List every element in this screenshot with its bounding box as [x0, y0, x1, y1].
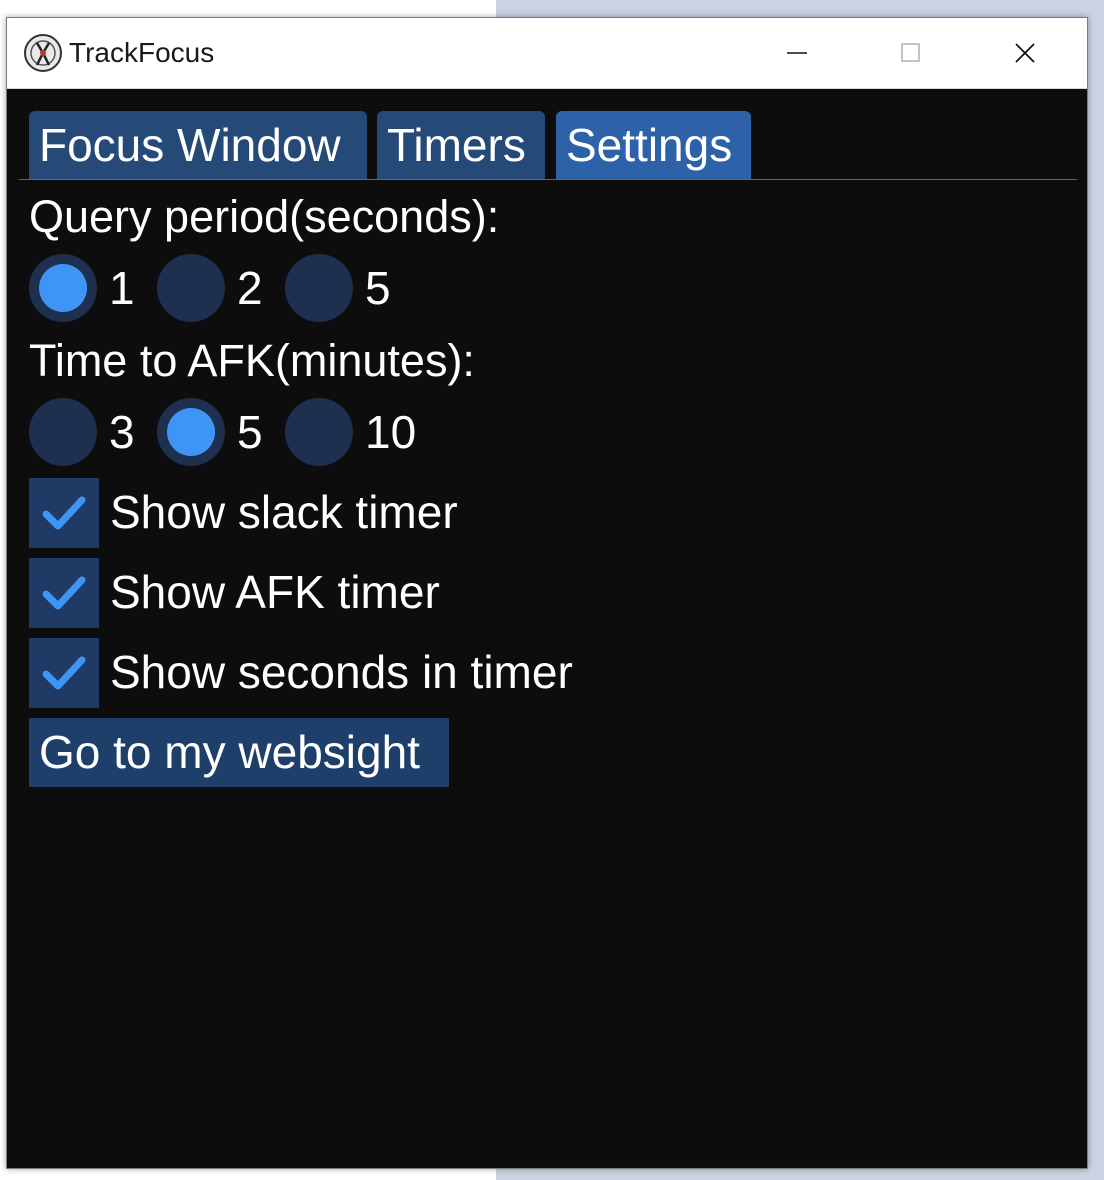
- app-window: TrackFocus Focus Window Timers Settings …: [6, 17, 1088, 1169]
- minimize-button[interactable]: [740, 18, 854, 88]
- radio-label: 3: [109, 406, 135, 458]
- tab-timers[interactable]: Timers: [377, 111, 545, 179]
- checkmark-icon: [42, 496, 86, 530]
- radio-selected-dot: [39, 264, 87, 312]
- close-icon: [1015, 43, 1035, 63]
- checkbox[interactable]: [29, 478, 99, 548]
- query-period-option-5[interactable]: 5: [285, 254, 435, 324]
- close-button[interactable]: [968, 18, 1082, 88]
- radio-button[interactable]: [285, 398, 353, 466]
- radio-button[interactable]: [157, 254, 225, 322]
- checkbox-label: Show AFK timer: [110, 566, 440, 618]
- query-period-option-1[interactable]: 1: [29, 254, 149, 324]
- radio-selected-dot: [167, 408, 215, 456]
- tab-focus-window[interactable]: Focus Window: [29, 111, 367, 179]
- tab-settings[interactable]: Settings: [556, 111, 751, 179]
- afk-time-option-5[interactable]: 5: [157, 398, 277, 468]
- go-to-website-button[interactable]: Go to my websight: [29, 718, 449, 787]
- maximize-button[interactable]: [854, 18, 968, 88]
- radio-button[interactable]: [285, 254, 353, 322]
- window-title: TrackFocus: [69, 37, 215, 68]
- tab-divider: [19, 179, 1077, 180]
- checkmark-icon: [42, 576, 86, 610]
- app-logo-icon: [24, 34, 62, 72]
- radio-button[interactable]: [29, 398, 97, 466]
- query-period-option-2[interactable]: 2: [157, 254, 277, 324]
- query-period-label: Query period(seconds):: [29, 191, 500, 242]
- checkbox[interactable]: [29, 558, 99, 628]
- radio-label: 10: [365, 406, 417, 458]
- radio-label: 5: [237, 406, 263, 458]
- radio-button[interactable]: [29, 254, 97, 322]
- checkbox[interactable]: [29, 638, 99, 708]
- minimize-icon: [787, 52, 807, 54]
- afk-time-option-3[interactable]: 3: [29, 398, 149, 468]
- afk-time-label: Time to AFK(minutes):: [29, 335, 475, 386]
- radio-label: 1: [109, 262, 135, 314]
- maximize-icon: [901, 43, 920, 62]
- checkbox-label: Show seconds in timer: [110, 646, 573, 698]
- title-bar[interactable]: TrackFocus: [7, 18, 1087, 89]
- radio-button[interactable]: [157, 398, 225, 466]
- radio-label: 5: [365, 262, 391, 314]
- checkmark-icon: [42, 656, 86, 690]
- afk-time-option-10[interactable]: 10: [285, 398, 435, 468]
- radio-label: 2: [237, 262, 263, 314]
- checkbox-label: Show slack timer: [110, 486, 458, 538]
